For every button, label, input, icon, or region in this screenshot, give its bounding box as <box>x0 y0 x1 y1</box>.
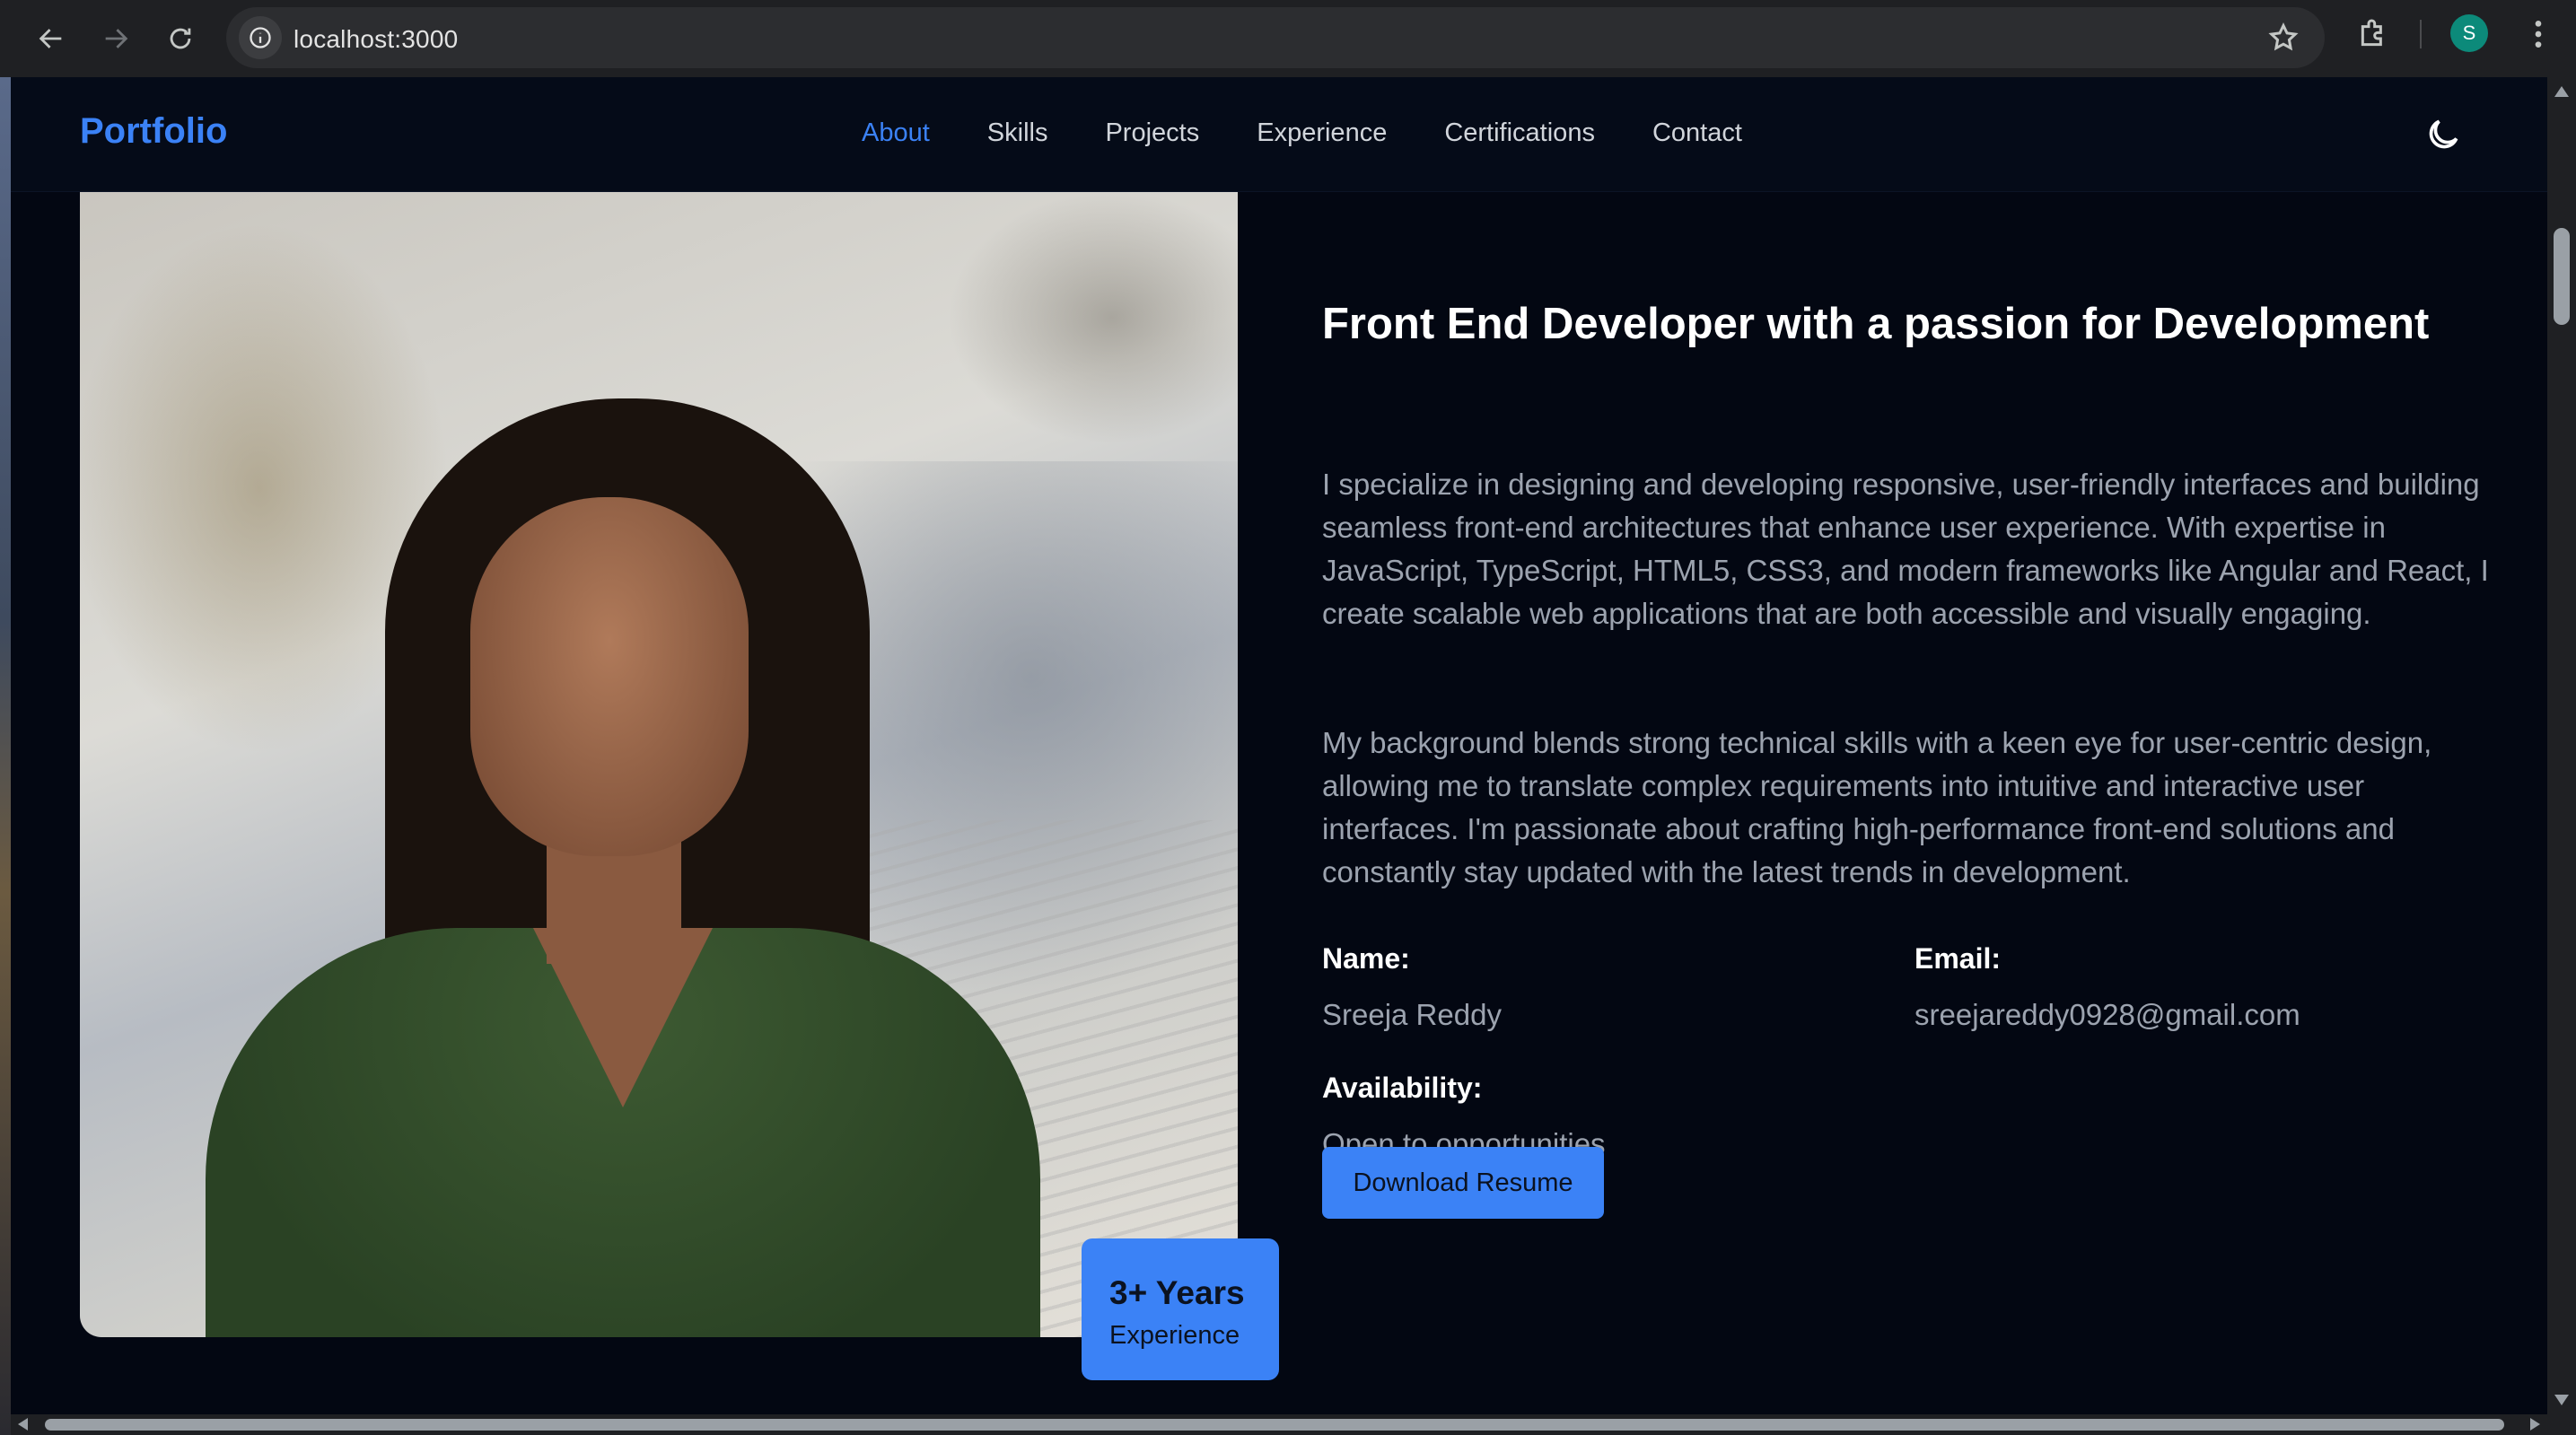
star-icon[interactable] <box>2267 22 2300 54</box>
vertical-scrollbar[interactable] <box>2547 77 2576 1414</box>
nav-link-skills[interactable]: Skills <box>987 118 1048 148</box>
main-nav: About Skills Projects Experience Certifi… <box>862 118 1800 148</box>
email-label: Email: <box>1914 942 2002 975</box>
desktop-edge <box>0 77 11 1435</box>
download-resume-button[interactable]: Download Resume <box>1322 1147 1604 1219</box>
nav-link-certifications[interactable]: Certifications <box>1444 118 1595 148</box>
page-viewport: Portfolio About Skills Projects Experien… <box>11 77 2547 1414</box>
horizontal-scrollbar[interactable] <box>11 1414 2547 1435</box>
nav-link-projects[interactable]: Projects <box>1105 118 1199 148</box>
experience-badge: 3+ Years Experience <box>1082 1238 1279 1380</box>
nav-link-about[interactable]: About <box>862 118 930 148</box>
reload-icon[interactable] <box>158 16 203 61</box>
address-bar[interactable]: localhost:3000 <box>226 7 2325 68</box>
name-value: Sreeja Reddy <box>1322 998 1502 1031</box>
profile-photo <box>80 192 1238 1337</box>
vertical-scroll-thumb[interactable] <box>2554 228 2570 325</box>
back-arrow-icon[interactable] <box>29 16 74 61</box>
site-header: Portfolio About Skills Projects Experien… <box>11 77 2547 192</box>
profile-avatar[interactable]: S <box>2450 14 2488 52</box>
puzzle-icon[interactable] <box>2355 16 2391 52</box>
kebab-menu-icon[interactable] <box>2520 16 2556 52</box>
moon-icon[interactable] <box>2423 115 2463 154</box>
availability-label: Availability: <box>1322 1072 1483 1104</box>
badge-years: 3+ Years <box>1109 1274 1245 1311</box>
nav-link-experience[interactable]: Experience <box>1257 118 1387 148</box>
nav-link-contact[interactable]: Contact <box>1652 118 1742 148</box>
name-label: Name: <box>1322 942 1410 975</box>
badge-label: Experience <box>1109 1321 1240 1350</box>
about-title: Front End Developer with a passion for D… <box>1322 300 2430 348</box>
forward-arrow-icon[interactable] <box>93 16 138 61</box>
email-value: sreejareddy0928@gmail.com <box>1914 998 2300 1031</box>
horizontal-scroll-thumb[interactable] <box>45 1419 2504 1431</box>
about-paragraph-2: My background blends strong technical sk… <box>1322 726 2432 888</box>
toolbar-separator <box>2420 20 2422 48</box>
url-text[interactable]: localhost:3000 <box>294 25 458 54</box>
info-icon[interactable] <box>239 16 282 59</box>
browser-toolbar: localhost:3000 S <box>0 0 2576 77</box>
about-paragraph-1: I specialize in designing and developing… <box>1322 468 2489 630</box>
brand-logo[interactable]: Portfolio <box>80 111 227 152</box>
